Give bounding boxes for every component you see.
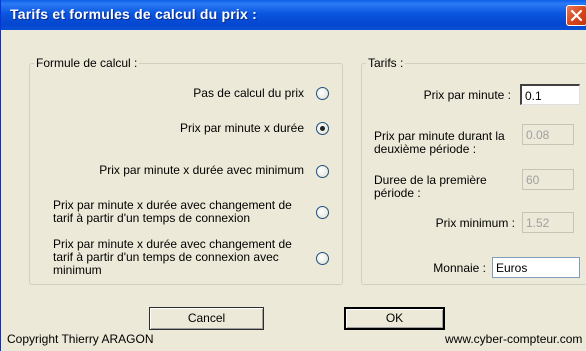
radio-prix-duree-minimum[interactable] [316,165,329,178]
duree-label: Duree de la première période : [374,173,487,200]
option-label-pas-de-calcul: Pas de calcul du prix [193,86,304,100]
close-button[interactable] [566,5,586,26]
radio-changement-tarif[interactable] [316,206,329,219]
prix-minimum-value: 1.52 [526,216,550,230]
window-title: Tarifs et formules de calcul du prix : [10,6,257,22]
radio-pas-de-calcul[interactable] [316,87,329,100]
radio-prix-duree[interactable] [316,122,329,135]
copyright-text: Copyright Thierry ARAGON [7,332,154,346]
prix-deuxieme-label: Prix par minute durant la deuxième pério… [374,129,505,156]
formule-group-label: Formule de calcul : [34,56,140,70]
prix-minute-label: Prix par minute : [423,88,511,102]
duree-value: 60 [526,173,540,187]
prix-deuxieme-value: 0.08 [526,128,550,142]
dialog-window: Tarifs et formules de calcul du prix : F… [0,0,586,351]
prix-minimum-input[interactable]: 1.52 [522,212,574,233]
monnaie-label: Monnaie : [433,261,486,275]
radio-selected-dot [320,126,325,131]
monnaie-value: Euros [496,261,528,275]
option-label-prix-duree-minimum: Prix par minute x durée avec minimum [99,163,304,177]
duree-input[interactable]: 60 [522,169,574,190]
cancel-button[interactable]: Cancel [149,307,264,330]
option-label-prix-duree: Prix par minute x durée [179,121,304,135]
prix-minute-value: 0.1 [525,89,542,103]
option-label-changement-tarif-minimum: Prix par minute x durée avec changement … [53,237,292,277]
close-icon [570,9,583,22]
ok-button[interactable]: OK [344,307,445,330]
prix-deuxieme-input[interactable]: 0.08 [522,124,574,145]
monnaie-input[interactable]: Euros [492,257,580,278]
radio-changement-tarif-minimum[interactable] [316,252,329,265]
prix-minute-input[interactable]: 0.1 [520,84,580,105]
prix-minimum-label: Prix minimum : [435,216,515,230]
title-bar[interactable]: Tarifs et formules de calcul du prix : [1,0,586,30]
tarifs-group-label: Tarifs : [366,56,406,70]
option-label-changement-tarif: Prix par minute x durée avec changement … [53,198,292,225]
website-text: www.cyber-compteur.com [445,332,583,346]
